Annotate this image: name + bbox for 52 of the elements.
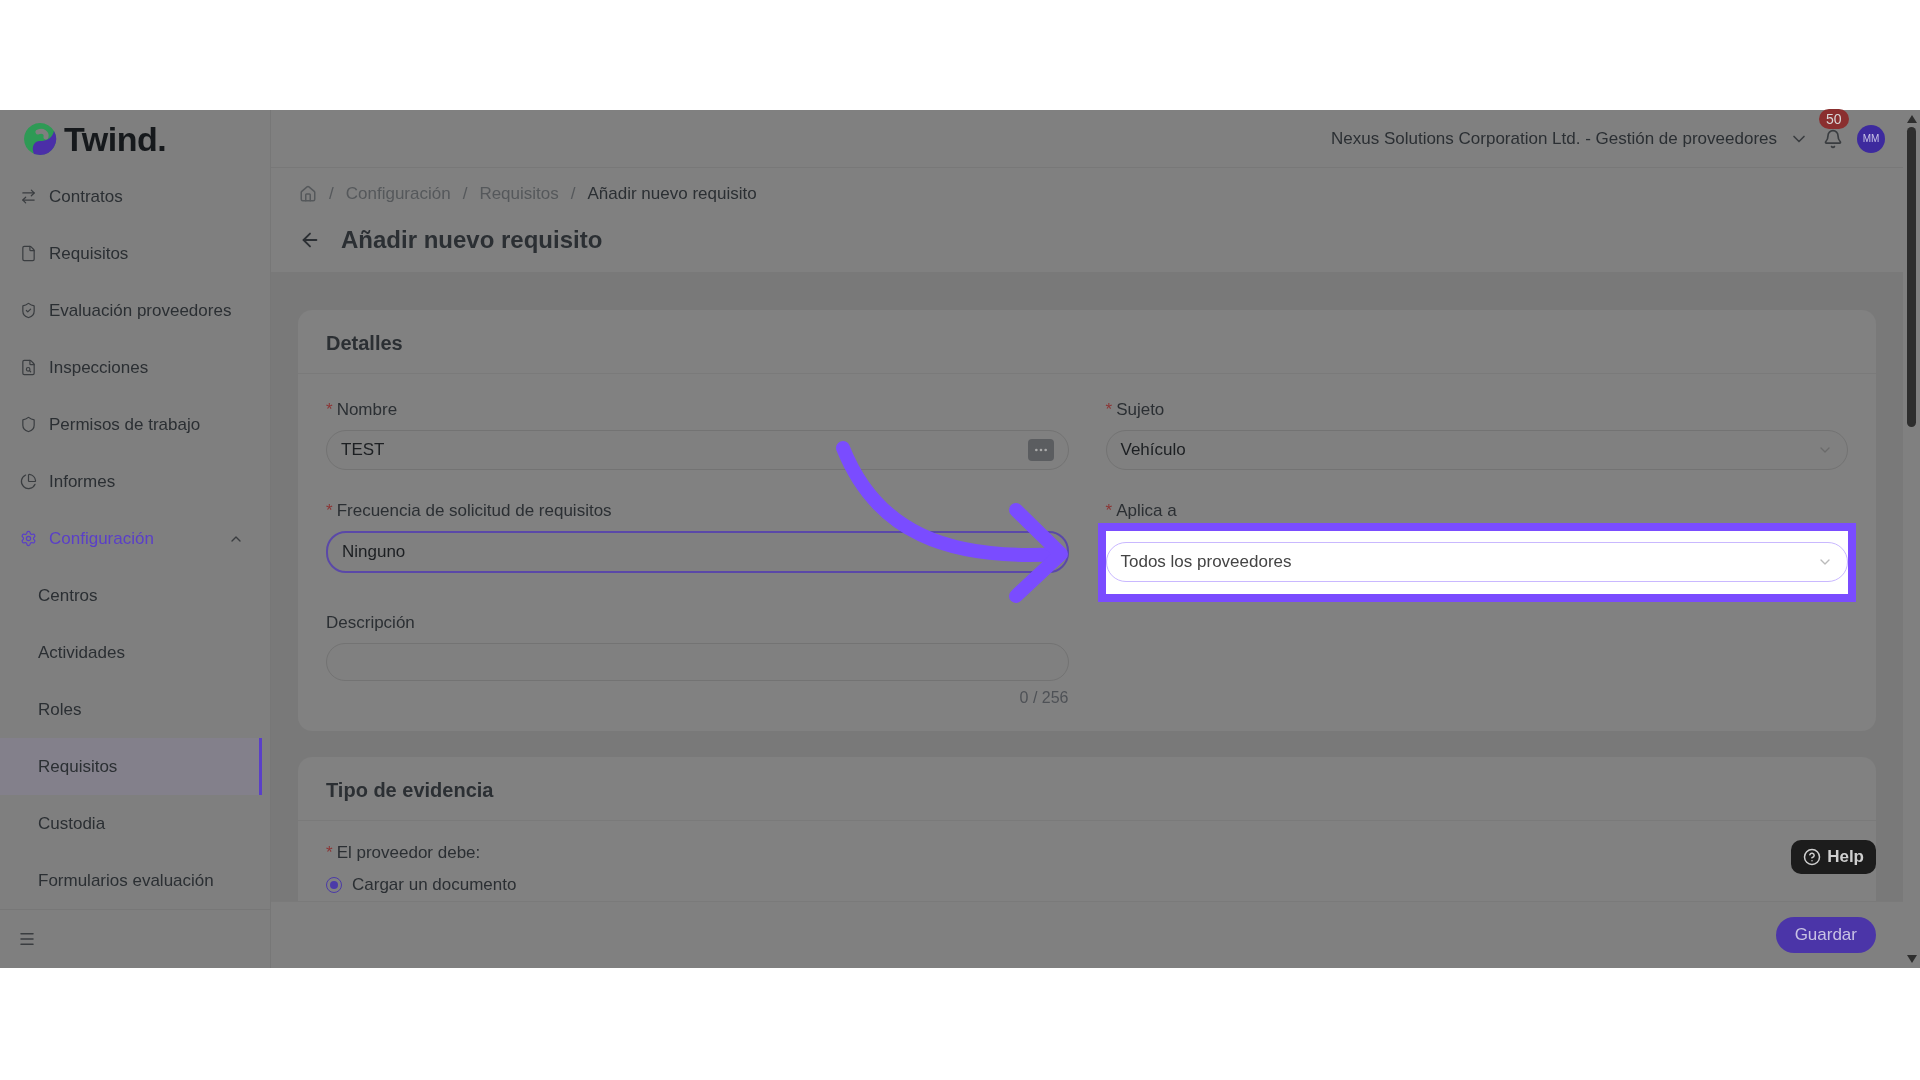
help-icon: [1803, 848, 1822, 866]
sidebar-item[interactable]: Informes: [0, 453, 270, 510]
document-search-icon: [20, 359, 37, 376]
settings-icon: [20, 530, 37, 547]
user-avatar[interactable]: MM: [1857, 124, 1885, 153]
bell-icon[interactable]: [1823, 128, 1843, 149]
shield-check-icon: [20, 302, 37, 319]
scroll-up-icon[interactable]: [1906, 115, 1917, 123]
sidebar-item[interactable]: Requisitos: [0, 225, 270, 282]
card-title: Detalles: [326, 332, 404, 355]
field-label: * Frecuencia de solicitud de requisitos: [326, 501, 613, 521]
sidebar-item[interactable]: Contratos: [0, 168, 270, 225]
sidebar-item[interactable]: Inspecciones: [0, 339, 270, 396]
breadcrumb-separator: /: [570, 184, 576, 204]
field-label: * El proveedor debe:: [326, 843, 481, 863]
page-title: Añadir nuevo requisito: [341, 226, 603, 254]
sidebar-subitem[interactable]: Custodia: [0, 795, 262, 852]
collapse-menu-icon[interactable]: [18, 930, 36, 948]
pie-chart-icon: [20, 473, 37, 490]
document-icon: [20, 245, 37, 262]
sidebar-subitem[interactable]: Formularios evaluación: [0, 852, 262, 909]
select-field[interactable]: Todos los proveedores: [1105, 542, 1848, 582]
sidebar-subitem[interactable]: Centros: [0, 567, 262, 624]
help-button[interactable]: Help: [1791, 840, 1876, 874]
sidebar-subitem[interactable]: Actividades: [0, 624, 262, 681]
select-field[interactable]: Vehículo: [1105, 430, 1848, 470]
arrows-icon: [20, 188, 37, 205]
notification-badge: 50: [1819, 108, 1849, 129]
scroll-down-icon[interactable]: [1906, 955, 1917, 963]
organization-selector[interactable]: Nexus Solutions Corporation Ltd. - Gestión de proveedores: [1330, 128, 1809, 149]
sidebar-subitem[interactable]: Requisitos: [0, 738, 262, 795]
field-label: Descripción: [326, 613, 416, 633]
sidebar-item[interactable]: Evaluación proveedores: [0, 282, 270, 339]
ellipsis-icon: [1027, 439, 1054, 461]
breadcrumb-separator: /: [329, 184, 334, 204]
breadcrumb-link[interactable]: Añadir nuevo requisito: [587, 184, 757, 204]
scroll-thumb[interactable]: [1907, 127, 1916, 427]
breadcrumb-separator: /: [462, 184, 468, 204]
card-title: Tipo de evidencia: [326, 779, 495, 802]
sidebar-item[interactable]: Permisos de trabajo: [0, 396, 270, 453]
input-field[interactable]: Ninguno: [326, 531, 1069, 573]
shield-icon: [20, 416, 37, 433]
logo-text: Twind.: [64, 119, 167, 159]
field-label: * Sujeto: [1105, 400, 1166, 420]
sidebar-item[interactable]: Configuración: [0, 510, 270, 567]
radio-option[interactable]: Cargar un documento: [326, 875, 517, 895]
input-field[interactable]: TEST: [326, 430, 1069, 470]
save-button[interactable]: Guardar: [1775, 917, 1876, 953]
sidebar-subitem[interactable]: Roles: [0, 681, 262, 738]
field-label: * Nombre: [326, 400, 399, 420]
home-icon[interactable]: [299, 185, 317, 203]
field-label: * Aplica a: [1105, 501, 1178, 521]
